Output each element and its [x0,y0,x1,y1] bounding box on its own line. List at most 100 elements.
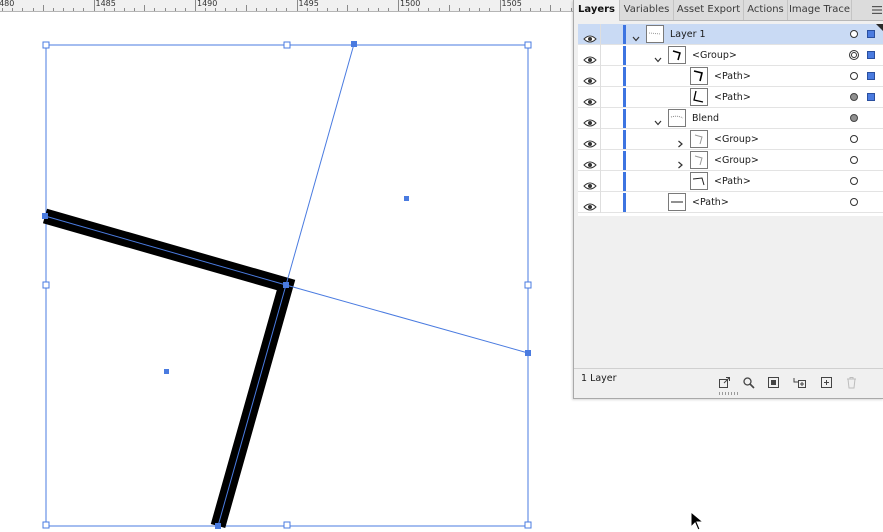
panel-menu-icon[interactable] [870,4,883,16]
layer-color-bar [623,172,626,191]
selection-indicator-icon[interactable] [867,72,875,80]
tab-layers[interactable]: Layers [574,0,620,21]
collect-export-icon[interactable] [718,374,731,388]
layer-name[interactable]: Blend [692,108,719,129]
handle-top-center[interactable] [283,41,291,49]
layer-name[interactable]: <Group> [714,150,759,171]
layer-row[interactable]: <Group> [578,129,883,150]
layer-row[interactable]: <Path> [578,192,883,213]
target-circle-icon[interactable] [850,156,858,164]
panel-resize-grip-icon[interactable] [717,391,741,396]
clipping-mask-icon[interactable] [767,374,780,388]
ruler-tick [154,8,156,11]
target-circle-icon[interactable] [850,114,858,122]
layer-color-bar [623,25,626,44]
target-circle-icon[interactable] [850,72,858,80]
handle-bottom-left[interactable] [42,521,50,529]
visibility-eye-icon[interactable] [583,29,597,43]
layer-name[interactable]: <Path> [714,171,751,192]
layer-color-bar [623,109,626,128]
new-layer-icon[interactable] [820,374,833,388]
layer-name[interactable]: <Path> [714,87,751,108]
lock-column[interactable] [600,45,601,66]
visibility-eye-icon[interactable] [583,92,597,106]
tab-image-trace[interactable]: Image Trace [788,0,852,20]
layer-row[interactable]: <Group> [578,150,883,171]
layers-list[interactable]: Layer 1 <Group> <Path> <Path> Blend <Group> <G… [578,24,883,216]
target-circle-icon[interactable] [850,135,858,143]
ruler-tick [540,8,542,11]
lock-column[interactable] [600,192,601,213]
chevron-right-icon[interactable] [675,155,685,169]
handle-middle-left[interactable] [42,281,50,289]
ruler-tick [266,8,268,11]
selection-indicator-icon[interactable] [867,51,875,59]
lock-column[interactable] [600,108,601,129]
layer-row[interactable]: <Group> [578,45,883,66]
layer-color-bar [623,46,626,65]
handle-bottom-right[interactable] [524,521,532,529]
lock-column[interactable] [600,66,601,87]
handle-bottom-center[interactable] [283,521,291,529]
tab-actions[interactable]: Actions [744,0,788,20]
target-circle-icon[interactable] [850,177,858,185]
visibility-eye-icon[interactable] [583,71,597,85]
tab-variables[interactable]: Variables [620,0,674,20]
chevron-down-icon[interactable] [653,113,663,126]
target-circle-icon[interactable] [850,30,858,38]
ruler-tick [123,8,125,11]
center-point[interactable] [404,196,409,201]
locate-object-icon[interactable] [742,374,755,389]
selection-indicator-icon[interactable] [867,30,875,38]
visibility-eye-icon[interactable] [583,176,597,190]
handle-top-left[interactable] [42,41,50,49]
ruler-tick [184,8,186,11]
visibility-eye-icon[interactable] [583,134,597,148]
layers-panel[interactable]: Layers Variables Asset Export Actions Image … [573,0,883,399]
layer-row[interactable]: <Path> [578,66,883,87]
layer-name[interactable]: Layer 1 [670,24,706,45]
visibility-eye-icon[interactable] [583,50,597,64]
target-circle-icon[interactable] [850,93,858,101]
lock-column[interactable] [600,87,601,108]
target-circle-icon[interactable] [849,50,859,60]
layer-row[interactable]: <Path> [578,87,883,108]
visibility-eye-icon[interactable] [583,155,597,169]
chevron-right-icon[interactable] [675,134,685,148]
lock-column[interactable] [600,129,601,150]
anchor-point[interactable] [42,213,48,219]
anchor-points[interactable] [42,41,531,529]
anchor-point[interactable] [215,523,221,529]
target-circle-icon[interactable] [850,198,858,206]
ruler-tick [428,8,430,11]
selection-indicator-icon[interactable] [867,93,875,101]
chevron-down-icon[interactable] [653,50,663,63]
anchor-point[interactable] [283,282,289,288]
layer-name[interactable]: <Path> [714,66,751,87]
visibility-eye-icon[interactable] [583,197,597,211]
layer-row[interactable]: Layer 1 [578,24,883,45]
center-point[interactable] [164,369,169,374]
chevron-down-icon[interactable] [631,29,641,42]
anchor-point[interactable] [525,350,531,356]
layer-name[interactable]: <Group> [714,129,759,150]
new-sublayer-icon[interactable] [793,374,806,388]
lock-column[interactable] [600,24,601,45]
handle-middle-right[interactable] [524,281,532,289]
ruler-tick [235,8,237,11]
ruler-tick [225,8,227,11]
handle-top-right[interactable] [524,41,532,49]
lock-column[interactable] [600,171,601,192]
layer-name[interactable]: <Group> [692,45,737,66]
layer-row[interactable]: Blend [578,108,883,129]
ruler-tick [529,8,531,11]
lock-column[interactable] [600,150,601,171]
layer-thumbnail [690,151,708,169]
layer-name[interactable]: <Path> [692,192,729,213]
tab-asset-export[interactable]: Asset Export [674,0,744,20]
visibility-eye-icon[interactable] [583,113,597,127]
panel-corner-indicator [876,24,883,32]
layer-row[interactable]: <Path> [578,171,883,192]
delete-icon[interactable] [845,374,858,389]
anchor-point[interactable] [351,41,357,47]
